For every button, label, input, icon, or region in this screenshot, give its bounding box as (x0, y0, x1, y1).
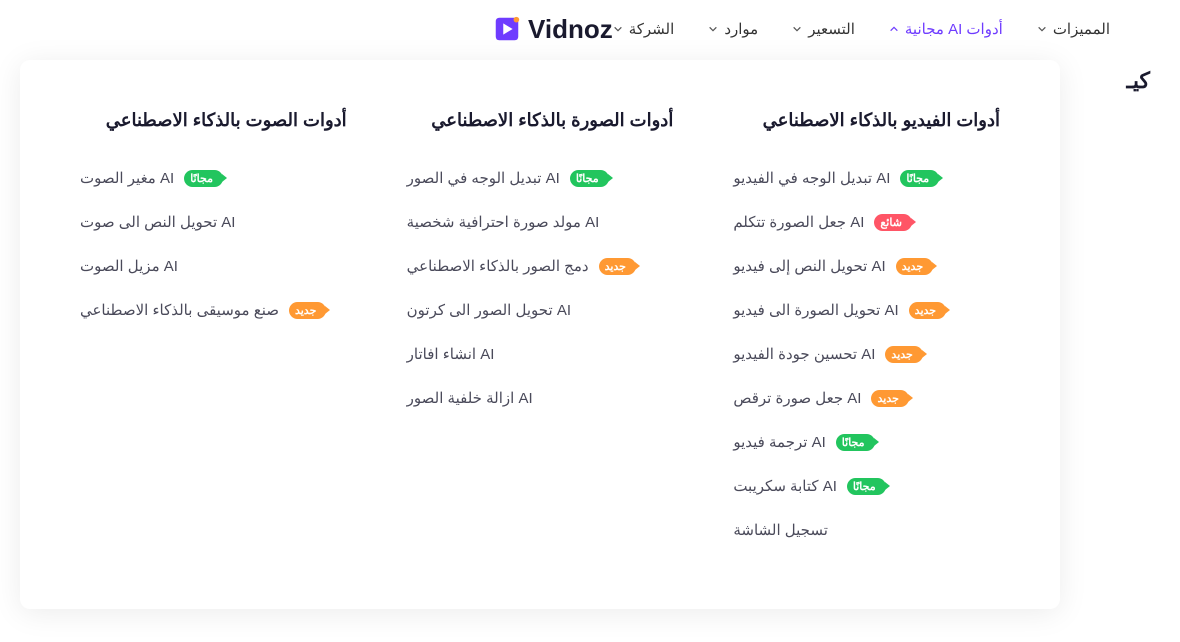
nav-resources[interactable]: موارد (708, 20, 758, 38)
menu-item[interactable]: AI تحويل النص إلى فيديو جديد (733, 257, 1000, 275)
menu-item[interactable]: AI كتابة سكريبت مجانًا (733, 477, 1000, 495)
header: المميزات أدوات AI مجانية التسعير موارد ا… (0, 0, 1180, 58)
menu-item-label: AI مزيل الصوت (80, 257, 178, 275)
menu-column: أدوات الصورة بالذكاء الاصطناعي AI تبديل ا… (407, 110, 674, 539)
nav-label: الشركة (629, 20, 675, 38)
menu-item-label: AI انشاء افاتار (407, 345, 495, 363)
menu-item-label: AI تبديل الوجه في الصور (407, 169, 560, 187)
menu-item-label: AI تحويل الصورة الى فيديو (733, 301, 898, 319)
badge-popular: شائع (874, 214, 911, 231)
menu-list: AI مغير الصوت مجانًا AI تحويل النص الى صوت… (80, 169, 347, 319)
page-heading-partial: كيـ (1126, 68, 1150, 94)
menu-item-label: AI مولد صورة احترافية شخصية (407, 213, 600, 231)
menu-list: AI تبديل الوجه في الصور مجانًا AI مولد صور… (407, 169, 674, 407)
logo-icon (492, 14, 522, 44)
menu-item-label: AI ازالة خلفية الصور (407, 389, 533, 407)
menu-item[interactable]: صنع موسيقى بالذكاء الاصطناعي جديد (80, 301, 347, 319)
menu-list: AI تبديل الوجه في الفيديو مجانًا AI جعل ال… (733, 169, 1000, 539)
menu-item-label: AI تحويل النص الى صوت (80, 213, 236, 231)
menu-item-label: AI جعل الصورة تتكلم (733, 213, 864, 231)
badge-free: مجانًا (184, 170, 223, 187)
menu-item[interactable]: AI تبديل الوجه في الصور مجانًا (407, 169, 674, 187)
menu-item[interactable]: AI انشاء افاتار (407, 345, 674, 363)
menu-item[interactable]: AI تبديل الوجه في الفيديو مجانًا (733, 169, 1000, 187)
chevron-down-icon (613, 24, 623, 34)
nav-label: أدوات AI مجانية (905, 20, 1003, 38)
chevron-down-icon (792, 24, 802, 34)
menu-item-label: AI مغير الصوت (80, 169, 174, 187)
badge-new: جديد (871, 390, 908, 407)
menu-item[interactable]: AI تحسين جودة الفيديو جديد (733, 345, 1000, 363)
nav-features[interactable]: المميزات (1037, 20, 1110, 38)
nav-free-tools[interactable]: أدوات AI مجانية (889, 20, 1003, 38)
menu-column: أدوات الصوت بالذكاء الاصطناعي AI مغير الص… (80, 110, 347, 539)
chevron-down-icon (1037, 24, 1047, 34)
menu-item[interactable]: دمج الصور بالذكاء الاصطناعي جديد (407, 257, 674, 275)
chevron-down-icon (708, 24, 718, 34)
logo[interactable]: Vidnoz (492, 14, 613, 45)
menu-item-label: AI كتابة سكريبت (733, 477, 837, 495)
menu-item[interactable]: AI ترجمة فيديو مجانًا (733, 433, 1000, 451)
nav-label: موارد (724, 20, 758, 38)
menu-item-label: AI تبديل الوجه في الفيديو (733, 169, 890, 187)
menu-item[interactable]: AI جعل الصورة تتكلم شائع (733, 213, 1000, 231)
menu-item[interactable]: AI جعل صورة ترقص جديد (733, 389, 1000, 407)
nav-label: التسعير (808, 20, 855, 38)
column-title: أدوات الفيديو بالذكاء الاصطناعي (733, 110, 1000, 131)
menu-item-label: AI ترجمة فيديو (733, 433, 825, 451)
badge-new: جديد (896, 258, 933, 275)
menu-item[interactable]: AI تحويل الصورة الى فيديو جديد (733, 301, 1000, 319)
menu-item[interactable]: AI تحويل الصور الى كرتون (407, 301, 674, 319)
main-navigation: المميزات أدوات AI مجانية التسعير موارد ا… (613, 20, 1110, 38)
menu-item[interactable]: AI ازالة خلفية الصور (407, 389, 674, 407)
menu-item[interactable]: AI تحويل النص الى صوت (80, 213, 347, 231)
logo-text: Vidnoz (528, 14, 613, 45)
menu-item-label: تسجيل الشاشة (733, 521, 828, 539)
menu-item[interactable]: تسجيل الشاشة (733, 521, 1000, 539)
menu-item[interactable]: AI مغير الصوت مجانًا (80, 169, 347, 187)
menu-item-label: AI تحسين جودة الفيديو (733, 345, 875, 363)
badge-new: جديد (909, 302, 946, 319)
badge-new: جديد (599, 258, 636, 275)
free-tools-mega-menu: أدوات الفيديو بالذكاء الاصطناعي AI تبديل … (20, 60, 1060, 609)
badge-new: جديد (885, 346, 922, 363)
nav-label: المميزات (1053, 20, 1110, 38)
badge-free: مجانًا (900, 170, 939, 187)
menu-item-label: AI تحويل النص إلى فيديو (733, 257, 885, 275)
menu-column: أدوات الفيديو بالذكاء الاصطناعي AI تبديل … (733, 110, 1000, 539)
nav-pricing[interactable]: التسعير (792, 20, 855, 38)
menu-item-label: AI تحويل الصور الى كرتون (407, 301, 571, 319)
menu-item-label: صنع موسيقى بالذكاء الاصطناعي (80, 301, 279, 319)
menu-item-label: AI جعل صورة ترقص (733, 389, 861, 407)
column-title: أدوات الصورة بالذكاء الاصطناعي (407, 110, 674, 131)
menu-item[interactable]: AI مولد صورة احترافية شخصية (407, 213, 674, 231)
badge-free: مجانًا (836, 434, 875, 451)
chevron-up-icon (889, 24, 899, 34)
menu-item-label: دمج الصور بالذكاء الاصطناعي (407, 257, 589, 275)
nav-company[interactable]: الشركة (613, 20, 675, 38)
badge-free: مجانًا (847, 478, 886, 495)
menu-item[interactable]: AI مزيل الصوت (80, 257, 347, 275)
badge-free: مجانًا (570, 170, 609, 187)
column-title: أدوات الصوت بالذكاء الاصطناعي (80, 110, 347, 131)
badge-new: جديد (289, 302, 326, 319)
